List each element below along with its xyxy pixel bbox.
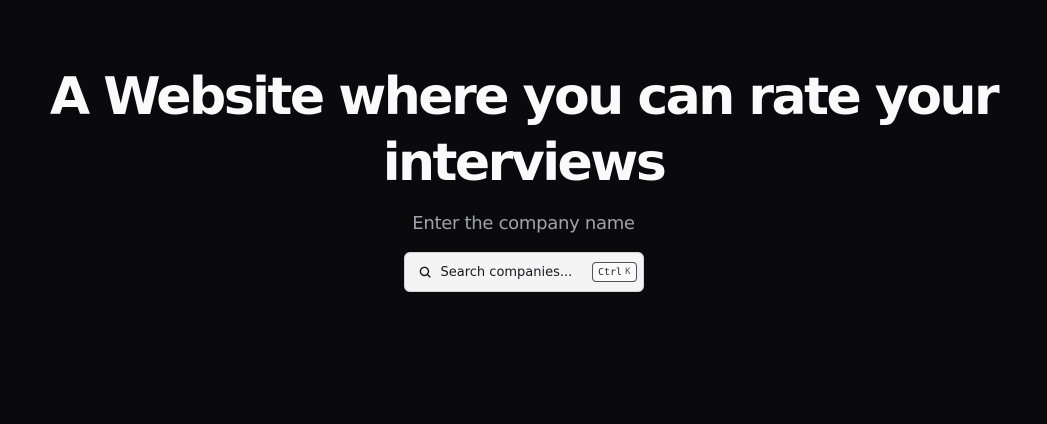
- search-companies-button[interactable]: Search companies... Ctrl K: [403, 252, 644, 292]
- shortcut-k-key: K: [625, 267, 631, 277]
- keyboard-shortcut-badge: Ctrl K: [591, 262, 637, 282]
- hero-section: A Website where you can rate your interv…: [0, 64, 1047, 292]
- page-title: A Website where you can rate your interv…: [49, 67, 1000, 193]
- shortcut-ctrl-key: Ctrl: [597, 266, 623, 278]
- page-subtitle: Enter the company name: [412, 213, 635, 234]
- search-icon: [417, 264, 433, 280]
- search-placeholder: Search companies...: [440, 264, 573, 280]
